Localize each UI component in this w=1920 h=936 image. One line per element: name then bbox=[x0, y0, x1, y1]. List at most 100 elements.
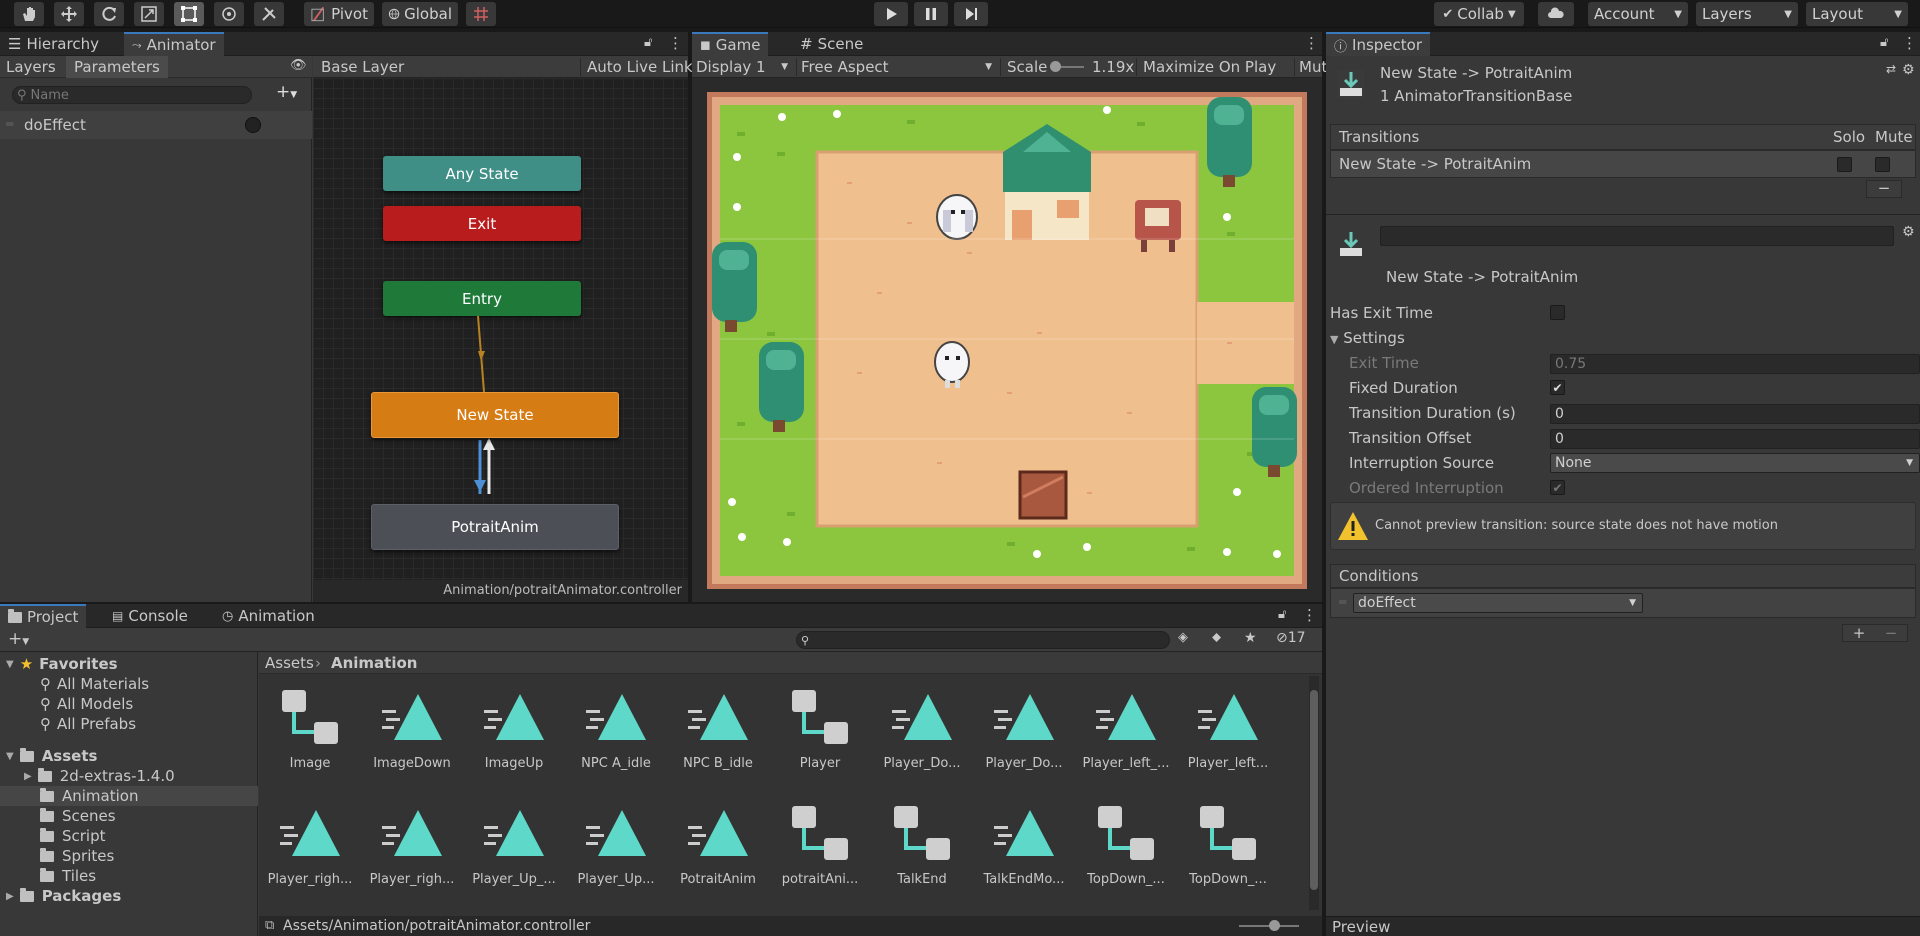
asset-item[interactable]: Player_Up... bbox=[571, 802, 661, 887]
tab-animator[interactable]: ⤳ Animator bbox=[124, 32, 224, 56]
tab-animation[interactable]: ◷ Animation bbox=[214, 604, 323, 628]
layout-dropdown[interactable]: Layout ▼ bbox=[1806, 2, 1908, 26]
custom-tool-icon[interactable] bbox=[254, 2, 284, 26]
tab-hierarchy[interactable]: ☰ Hierarchy bbox=[0, 32, 107, 56]
lock-icon[interactable]: 🔓︎ bbox=[1880, 35, 1888, 50]
transition-row[interactable]: New State -> PotraitAnim bbox=[1330, 150, 1916, 178]
tree-all-materials[interactable]: ⚲ All Materials bbox=[40, 674, 149, 694]
layer-breadcrumb[interactable]: Base Layer bbox=[321, 58, 404, 76]
scrollbar-thumb[interactable] bbox=[1310, 690, 1318, 890]
lock-icon[interactable]: 🔓︎ bbox=[644, 35, 652, 50]
gear-icon[interactable]: ⚙ bbox=[1902, 62, 1915, 78]
node-potrait-anim[interactable]: PotraitAnim bbox=[371, 504, 619, 550]
hidden-packages-toggle[interactable]: ⊘17 bbox=[1276, 630, 1306, 646]
step-button[interactable] bbox=[954, 2, 988, 26]
maximize-on-play-toggle[interactable]: Maximize On Play bbox=[1136, 58, 1276, 76]
tree-folder-animation[interactable]: Animation bbox=[0, 786, 258, 806]
tree-folder-scenes[interactable]: Scenes bbox=[40, 806, 116, 826]
tree-folder-sprites[interactable]: Sprites bbox=[40, 846, 114, 866]
tab-game[interactable]: ◼ Game bbox=[692, 32, 769, 56]
parameter-row[interactable]: ═ doEffect bbox=[0, 111, 312, 139]
transform-tool-icon[interactable] bbox=[214, 2, 244, 26]
game-view[interactable] bbox=[707, 92, 1307, 589]
solo-checkbox[interactable] bbox=[1837, 157, 1852, 172]
fixed-duration-checkbox[interactable]: ✔ bbox=[1550, 380, 1565, 395]
asset-item[interactable]: TopDown_... bbox=[1081, 802, 1171, 887]
remove-transition-button[interactable]: − bbox=[1866, 180, 1902, 198]
drag-handle-icon[interactable]: ═ bbox=[1339, 595, 1346, 609]
kebab-menu-icon[interactable]: ⋮ bbox=[1304, 34, 1319, 52]
icon-size-slider[interactable] bbox=[1239, 920, 1299, 931]
tree-all-prefabs[interactable]: ⚲ All Prefabs bbox=[40, 714, 136, 734]
search-by-label-icon[interactable]: ⬥ bbox=[1212, 630, 1221, 645]
asset-item[interactable]: potraitAni... bbox=[775, 802, 865, 887]
drag-handle-icon[interactable]: ═ bbox=[6, 117, 13, 131]
tree-favorites[interactable]: ▼ ★ Favorites bbox=[6, 654, 118, 674]
tab-scene[interactable]: # Scene bbox=[792, 32, 871, 56]
tree-folder-script[interactable]: Script bbox=[40, 826, 106, 846]
rect-tool-icon[interactable] bbox=[174, 2, 204, 26]
gear-icon[interactable]: ⚙ bbox=[1902, 224, 1915, 240]
scale-tool-icon[interactable] bbox=[134, 2, 164, 26]
asset-item[interactable]: ImageUp bbox=[469, 686, 559, 771]
auto-live-link-toggle[interactable]: Auto Live Link bbox=[580, 58, 693, 76]
parameter-search-input[interactable]: ⚲ Name bbox=[12, 86, 252, 104]
tree-packages[interactable]: ▶ Packages bbox=[6, 886, 121, 906]
rotate-tool-icon[interactable] bbox=[94, 2, 124, 26]
asset-scrollbar[interactable] bbox=[1309, 676, 1319, 910]
pivot-toggle[interactable]: Pivot bbox=[304, 2, 374, 26]
node-new-state[interactable]: New State bbox=[371, 392, 619, 438]
tab-inspector[interactable]: ⓘ Inspector bbox=[1326, 32, 1430, 56]
aspect-dropdown[interactable]: Free Aspect ▼ bbox=[796, 58, 996, 76]
asset-item[interactable]: Player_righ... bbox=[265, 802, 355, 887]
tab-console[interactable]: ▤ Console bbox=[104, 604, 196, 628]
transition-offset-field[interactable]: 0 bbox=[1550, 429, 1920, 449]
remove-condition-button[interactable]: − bbox=[1885, 624, 1898, 642]
add-parameter-button[interactable]: +▼ bbox=[276, 82, 297, 102]
preview-bar[interactable]: Preview bbox=[1326, 916, 1920, 936]
play-button[interactable] bbox=[874, 2, 908, 26]
transition-duration-field[interactable]: 0 bbox=[1550, 404, 1920, 424]
asset-item[interactable]: Player_righ... bbox=[367, 802, 457, 887]
add-condition-button[interactable]: + bbox=[1853, 624, 1866, 642]
search-by-type-icon[interactable]: ◈ bbox=[1178, 630, 1188, 645]
asset-item[interactable]: Player_left_... bbox=[1081, 686, 1171, 771]
asset-item[interactable]: TopDown_... bbox=[1183, 802, 1273, 887]
project-search-input[interactable]: ⚲ bbox=[796, 631, 1170, 649]
scale-slider[interactable] bbox=[1050, 61, 1084, 72]
mute-audio-toggle[interactable]: Mut bbox=[1294, 58, 1327, 76]
subtab-layers[interactable]: Layers bbox=[6, 58, 56, 76]
transition-name-field[interactable] bbox=[1380, 226, 1894, 246]
asset-item[interactable]: ImageDown bbox=[367, 686, 457, 771]
eye-icon[interactable]: 👁︎ bbox=[290, 58, 307, 73]
asset-item[interactable]: PotraitAnim bbox=[673, 802, 763, 887]
asset-item[interactable]: Player_left... bbox=[1183, 686, 1273, 771]
collab-dropdown[interactable]: ✔ Collab ▼ bbox=[1434, 2, 1524, 26]
asset-item[interactable]: Player_Do... bbox=[877, 686, 967, 771]
condition-parameter-dropdown[interactable]: doEffect ▼ bbox=[1353, 593, 1643, 613]
tree-all-models[interactable]: ⚲ All Models bbox=[40, 694, 133, 714]
tab-project[interactable]: Project bbox=[0, 604, 87, 628]
preset-icon[interactable]: ⇄ bbox=[1886, 62, 1896, 76]
breadcrumb-assets[interactable]: Assets bbox=[265, 654, 314, 672]
trigger-radio[interactable] bbox=[245, 117, 261, 133]
asset-item[interactable]: Player bbox=[775, 686, 865, 771]
exit-time-field[interactable]: 0.75 bbox=[1550, 354, 1920, 374]
icon-size-slider-thumb[interactable] bbox=[1269, 920, 1280, 931]
has-exit-time-checkbox[interactable] bbox=[1550, 305, 1565, 320]
mute-checkbox[interactable] bbox=[1875, 157, 1890, 172]
display-dropdown[interactable]: Display 1 ▼ bbox=[696, 58, 792, 76]
interruption-source-dropdown[interactable]: None ▼ bbox=[1550, 453, 1920, 473]
account-dropdown[interactable]: Account ▼ bbox=[1588, 2, 1688, 26]
tree-folder-2d-extras[interactable]: ▶ 2d-extras-1.4.0 bbox=[24, 766, 175, 786]
hand-tool-icon[interactable] bbox=[14, 2, 44, 26]
layers-dropdown[interactable]: Layers ▼ bbox=[1696, 2, 1798, 26]
global-toggle[interactable]: Global bbox=[382, 2, 458, 26]
asset-item[interactable]: NPC B_idle bbox=[673, 686, 763, 771]
grid-snap-icon[interactable] bbox=[466, 2, 496, 26]
subtab-parameters[interactable]: Parameters bbox=[66, 56, 168, 78]
animator-graph[interactable]: Base Layer Auto Live Link Any State Exit… bbox=[313, 56, 693, 602]
favorite-star-icon[interactable]: ★ bbox=[1244, 630, 1257, 646]
breadcrumb-animation[interactable]: Animation bbox=[331, 654, 417, 672]
asset-item[interactable]: Image bbox=[265, 686, 355, 771]
